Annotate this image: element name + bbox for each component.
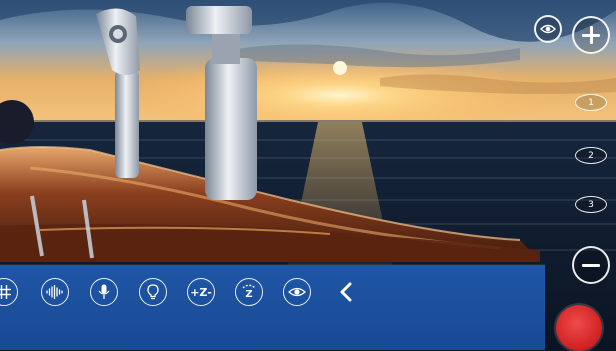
- minus-icon: [582, 263, 600, 267]
- auto-zoom-button[interactable]: Z: [235, 278, 263, 306]
- tool-panel: +Z- Z: [0, 265, 545, 350]
- zoom-speed-icon: Z: [242, 284, 256, 300]
- plus-icon: [582, 26, 600, 44]
- preset-label: 1: [588, 97, 594, 108]
- waveform-icon: [46, 285, 63, 299]
- zoom-preset-3-button[interactable]: 3: [575, 196, 607, 213]
- zoom-preset-2-button[interactable]: 2: [575, 147, 607, 164]
- stabilizer-eye-icon: [288, 287, 306, 297]
- preset-label: 2: [588, 150, 594, 161]
- grid-icon: [0, 285, 11, 299]
- stabilization-button[interactable]: [283, 278, 311, 306]
- auto-zoom-label: Z: [245, 289, 252, 300]
- chevron-left-icon[interactable]: [336, 281, 358, 303]
- lightbulb-icon: [147, 284, 159, 300]
- grid-button[interactable]: [0, 278, 18, 306]
- zoom-plus-minus-icon: +Z-: [190, 285, 212, 299]
- eye-icon: [540, 24, 556, 34]
- audio-levels-button[interactable]: [41, 278, 69, 306]
- visibility-toggle-button[interactable]: [534, 15, 562, 43]
- zoom-control-button[interactable]: +Z-: [187, 278, 215, 306]
- zoom-out-button[interactable]: [572, 246, 610, 284]
- record-button[interactable]: [556, 305, 602, 351]
- zoom-in-button[interactable]: [572, 16, 610, 54]
- microphone-icon: [98, 284, 110, 299]
- zoom-preset-1-button[interactable]: 1: [575, 94, 607, 111]
- preset-label: 3: [588, 199, 594, 210]
- microphone-button[interactable]: [90, 278, 118, 306]
- light-button[interactable]: [139, 278, 167, 306]
